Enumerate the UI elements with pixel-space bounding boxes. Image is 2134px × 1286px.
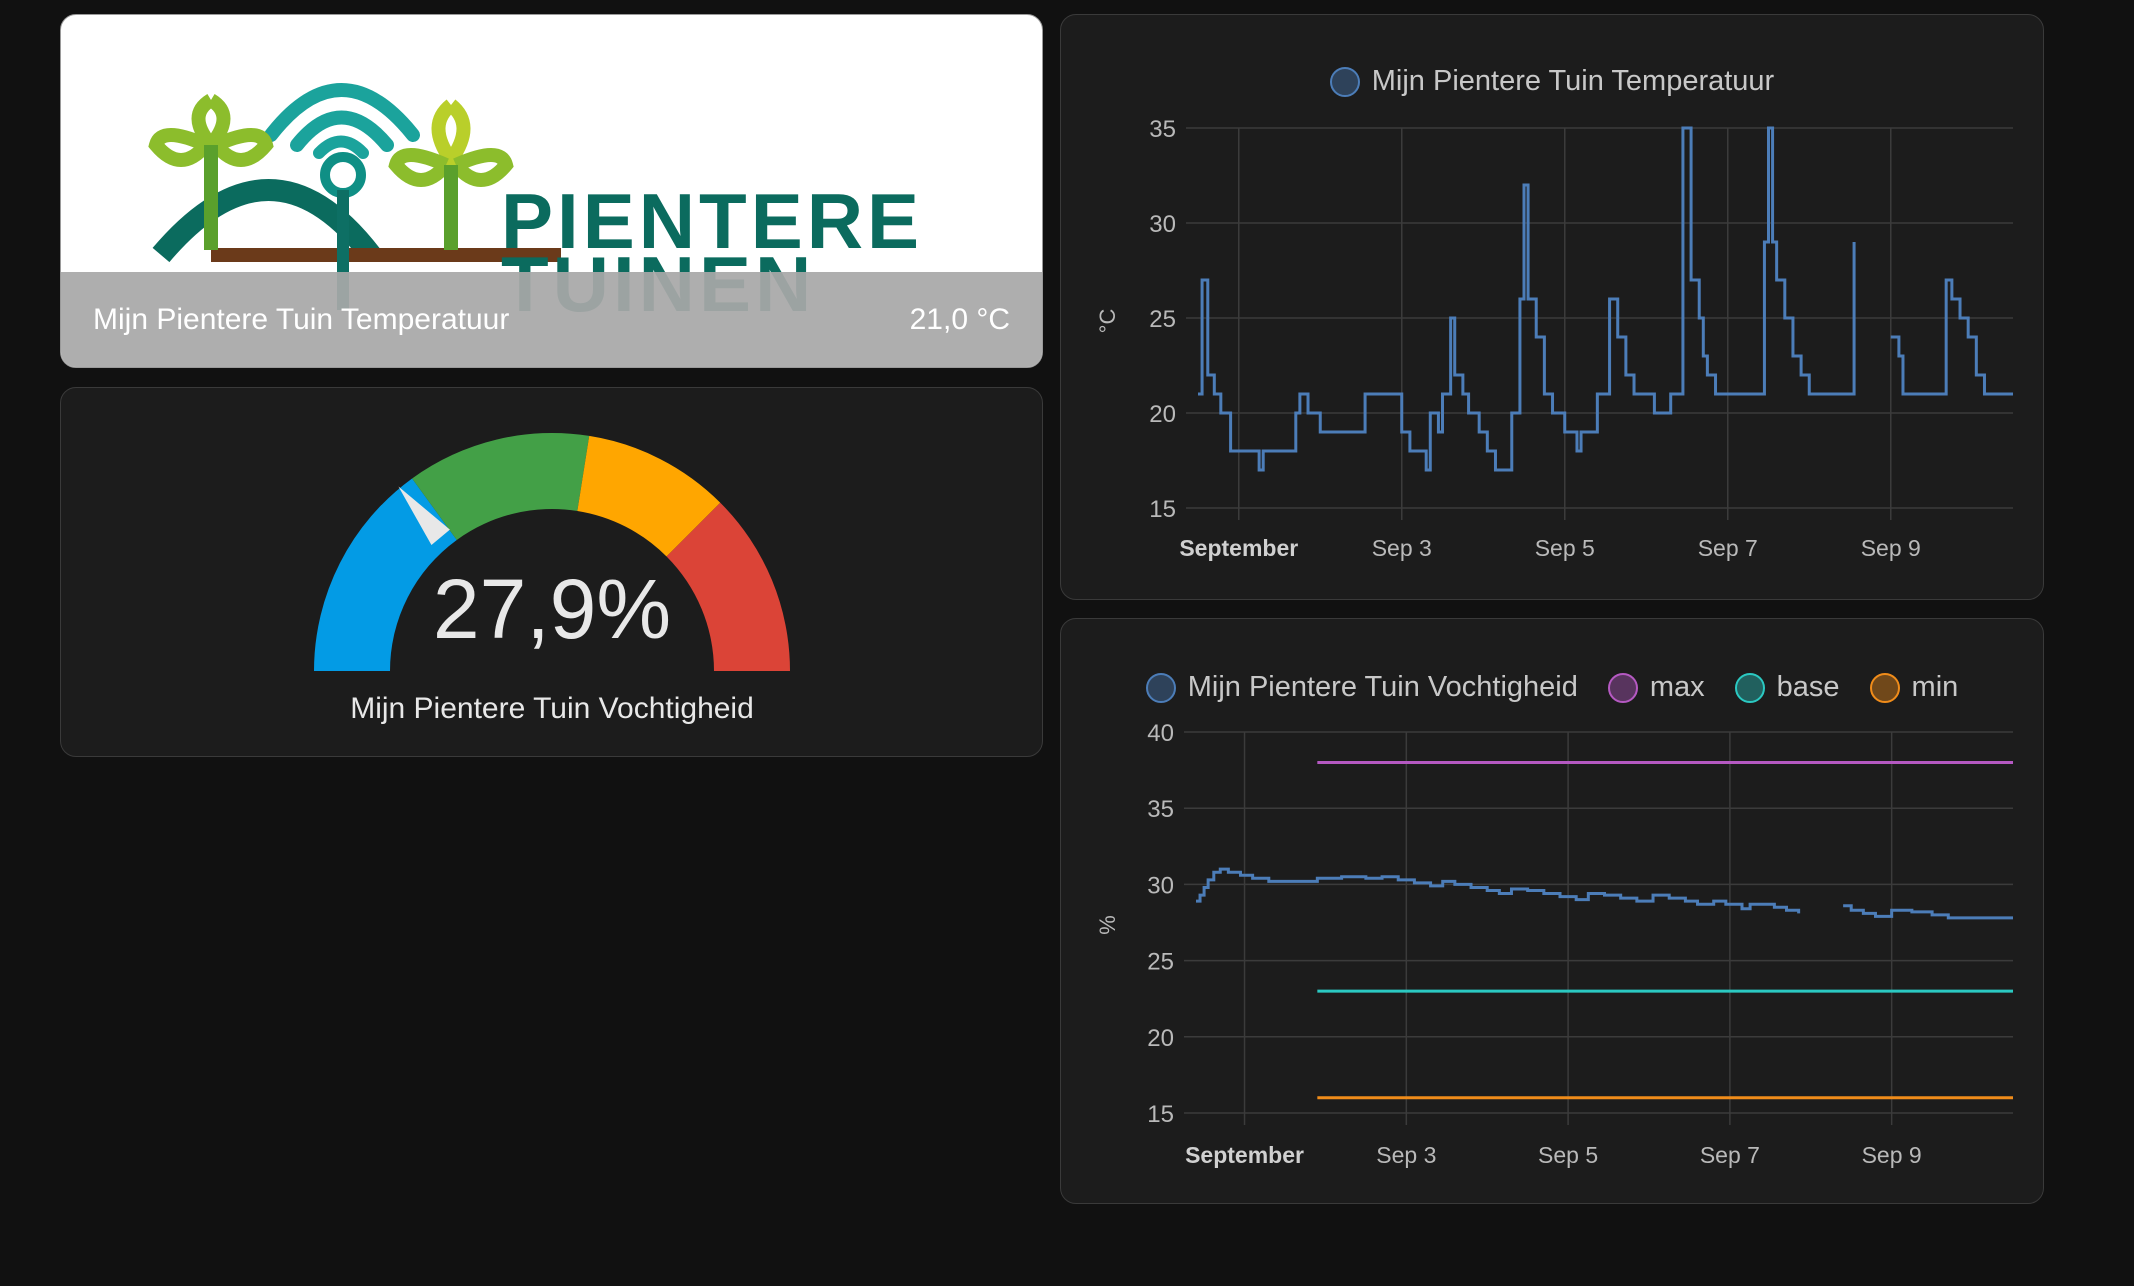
y-tick-label: 25 <box>1149 306 1176 333</box>
y-tick-label: 35 <box>1149 116 1176 143</box>
temperature-chart[interactable]: 35 30 25 20 15September Sep 3 Sep 5 Sep 7 Sep 9 °… <box>1061 15 2044 600</box>
y-tick-label: 20 <box>1149 401 1176 428</box>
x-tick-label: Sep 9 <box>1861 535 1921 561</box>
series-line <box>1196 867 1801 914</box>
x-tick-label: September <box>1179 535 1298 561</box>
legend-label: max <box>1649 671 1705 703</box>
picture-footer: Mijn Pientere Tuin Temperatuur 21,0 °C <box>61 272 1042 367</box>
gauge-card[interactable]: 27,9% Mijn Pientere Tuin Vochtigheid <box>60 387 1043 757</box>
legend-label: Mijn Pientere Tuin Vochtigheid <box>1187 671 1578 703</box>
gauge-value: 27,9% <box>433 562 671 656</box>
humidity-history-card[interactable]: Mijn Pientere Tuin Vochtigheid max base min… <box>1060 618 2044 1204</box>
legend-item[interactable]: min <box>1869 671 1959 704</box>
gauge-svg: 27,9% Mijn Pientere Tuin Vochtigheid <box>314 433 790 725</box>
y-tick-label: 30 <box>1149 211 1176 238</box>
legend-swatch <box>1607 672 1638 703</box>
entity-state[interactable]: 21,0 °C <box>910 303 1010 337</box>
y-tick-label: 15 <box>1149 496 1176 523</box>
legend-item[interactable]: Mijn Pientere Tuin Temperatuur <box>1329 65 1775 98</box>
legend-swatch <box>1329 66 1360 97</box>
entity-name: Mijn Pientere Tuin Temperatuur <box>93 302 510 336</box>
legend-item[interactable]: Mijn Pientere Tuin Vochtigheid <box>1145 671 1578 704</box>
x-tick-label: Sep 3 <box>1372 535 1432 561</box>
legend-item[interactable]: base <box>1734 671 1840 704</box>
y-axis-label: % <box>1095 915 1120 935</box>
x-tick-label: Sep 7 <box>1698 535 1758 561</box>
y-axis-label: °C <box>1095 309 1120 334</box>
x-tick-label: Sep 5 <box>1535 535 1595 561</box>
x-tick-label: Sep 9 <box>1862 1142 1922 1168</box>
legend-label: Mijn Pientere Tuin Temperatuur <box>1371 65 1775 97</box>
temperature-history-card[interactable]: Mijn Pientere Tuin Temperatuur 35 30 25 20 1… <box>1060 14 2044 600</box>
wifi-icon <box>264 83 420 159</box>
legend-label: min <box>1911 671 1959 703</box>
gauge-name: Mijn Pientere Tuin Vochtigheid <box>350 692 754 725</box>
x-tick-label: Sep 3 <box>1376 1142 1436 1168</box>
y-tick-label: 20 <box>1147 1025 1174 1052</box>
y-tick-label: 35 <box>1147 796 1174 823</box>
y-tick-label: 25 <box>1147 949 1174 976</box>
y-tick-label: 15 <box>1147 1101 1174 1128</box>
series-line <box>1843 904 2013 920</box>
y-tick-label: 40 <box>1147 720 1174 747</box>
chart-legend: Mijn Pientere Tuin Vochtigheid max base min <box>1061 671 2043 704</box>
legend-swatch <box>1145 672 1176 703</box>
x-tick-label: September <box>1185 1142 1304 1168</box>
picture-entity-card[interactable]: PIENTERE TUINEN Mijn Pientere Tuin Tempe… <box>60 14 1043 368</box>
legend-item[interactable]: max <box>1607 671 1705 704</box>
legend-swatch <box>1734 672 1765 703</box>
chart-legend: Mijn Pientere Tuin Temperatuur <box>1061 65 2043 98</box>
legend-swatch <box>1869 672 1900 703</box>
x-tick-label: Sep 7 <box>1700 1142 1760 1168</box>
humidity-chart[interactable]: 40 35 30 25 20 15 September Sep 3 Sep 5 Sep 7 Sep … <box>1061 619 2044 1204</box>
y-tick-label: 30 <box>1147 872 1174 899</box>
legend-label: base <box>1776 671 1840 703</box>
series-line <box>1198 126 1856 472</box>
series-line <box>1890 278 2013 396</box>
x-tick-label: Sep 5 <box>1538 1142 1598 1168</box>
